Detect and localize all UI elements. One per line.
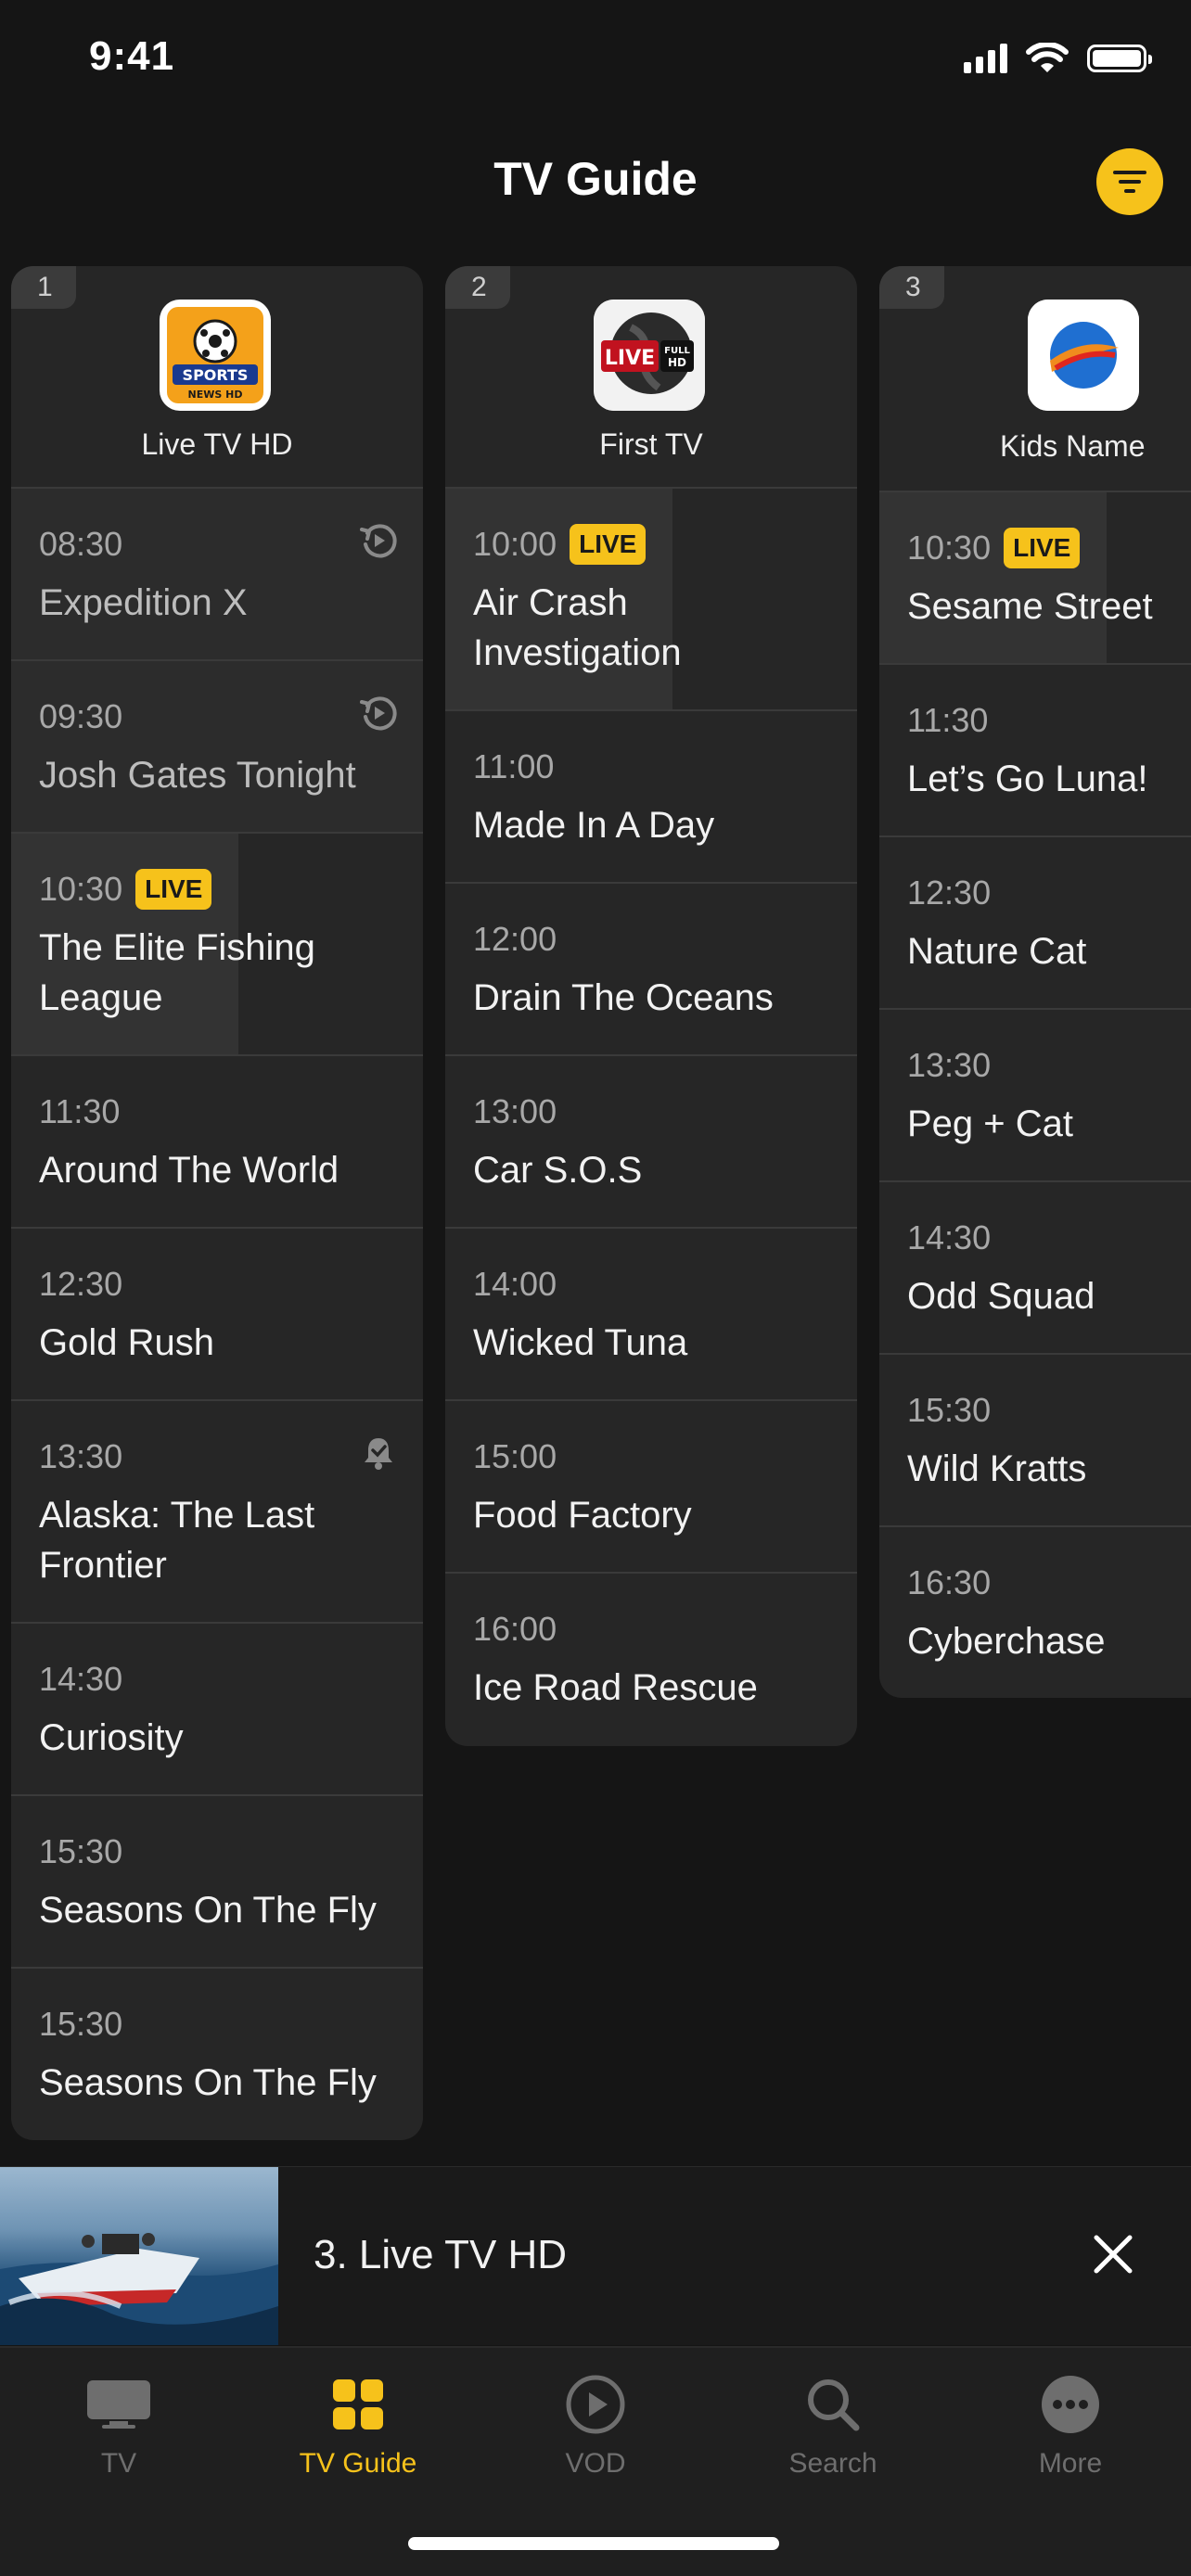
guide-grid[interactable]: 1 SPORTS NEWS HD Live TV HD 08:30 Expedi… — [11, 266, 1191, 2149]
program-item[interactable]: 08:30 Expedition X — [11, 489, 423, 661]
channel-name: First TV — [599, 427, 703, 461]
program-item[interactable]: 11:00 Made In A Day — [445, 711, 857, 884]
status-bar: 9:41 — [0, 0, 1191, 121]
tv-icon — [87, 2380, 150, 2429]
sports-news-logo: SPORTS NEWS HD — [160, 300, 271, 411]
program-item[interactable]: 11:30 Let’s Go Luna! — [879, 665, 1191, 837]
svg-text:HD: HD — [668, 356, 686, 369]
program-item[interactable]: 16:30 Cyberchase — [879, 1527, 1191, 1698]
replay-icon[interactable] — [358, 693, 399, 733]
channel-header[interactable]: 2 LIVE FULL HD First TV — [445, 266, 857, 489]
program-item[interactable]: 15:00 Food Factory — [445, 1401, 857, 1574]
wifi-icon — [1026, 43, 1069, 72]
program-item-live[interactable]: 10:30 LIVE Sesame Street — [879, 492, 1191, 665]
tab-tv-guide[interactable]: TV Guide — [265, 2372, 451, 2480]
filter-icon — [1113, 171, 1146, 193]
status-time: 9:41 — [89, 33, 175, 79]
program-item[interactable]: 09:30 Josh Gates Tonight — [11, 661, 423, 834]
now-playing-title: 3. Live TV HD — [314, 2232, 568, 2277]
program-item[interactable]: 14:30 Odd Squad — [879, 1182, 1191, 1355]
program-item[interactable]: 15:30 Seasons On The Fly — [11, 1796, 423, 1969]
tab-more[interactable]: More — [978, 2372, 1163, 2480]
channel-number: 3 — [879, 266, 944, 309]
more-icon — [1042, 2376, 1099, 2433]
cellular-signal-icon — [964, 44, 1007, 73]
channel-number: 2 — [445, 266, 510, 309]
program-item-live[interactable]: 10:00 LIVE Air Crash Investigation — [445, 489, 857, 711]
live-badge: LIVE — [570, 524, 647, 565]
replay-icon[interactable] — [358, 520, 399, 561]
close-icon[interactable] — [1087, 2228, 1139, 2280]
tab-tv[interactable]: TV — [26, 2372, 211, 2480]
program-item[interactable]: 14:00 Wicked Tuna — [445, 1229, 857, 1401]
program-item[interactable]: 12:00 Drain The Oceans — [445, 884, 857, 1056]
program-item-live[interactable]: 10:30 LIVE The Elite Fishing League — [11, 834, 423, 1056]
program-item[interactable]: 13:30 Peg + Cat — [879, 1010, 1191, 1182]
channel-header[interactable]: 3 Kids Name — [879, 266, 1191, 492]
tab-search[interactable]: Search — [740, 2372, 926, 2480]
program-item[interactable]: 14:30 Curiosity — [11, 1624, 423, 1796]
program-item[interactable]: 12:30 Gold Rush — [11, 1229, 423, 1401]
program-item[interactable]: 13:00 Car S.O.S — [445, 1056, 857, 1229]
program-item[interactable]: 16:00 Ice Road Rescue — [445, 1574, 857, 1746]
channel-header[interactable]: 1 SPORTS NEWS HD Live TV HD — [11, 266, 423, 489]
program-item[interactable]: 13:30 Alaska: The Last Frontier — [11, 1401, 423, 1624]
play-circle-icon — [566, 2375, 625, 2434]
mini-player[interactable]: 3. Live TV HD — [0, 2166, 1191, 2345]
page-title: TV Guide — [493, 153, 698, 205]
channel-column: 2 LIVE FULL HD First TV 10:00 LIVE Air Cr… — [445, 266, 857, 1746]
reminder-bell-icon[interactable] — [358, 1433, 399, 1473]
live-full-hd-logo: LIVE FULL HD — [594, 300, 705, 411]
program-item[interactable]: 12:30 Nature Cat — [879, 837, 1191, 1010]
svg-text:LIVE: LIVE — [605, 347, 655, 370]
program-item[interactable]: 15:30 Seasons On The Fly — [11, 1969, 423, 2140]
channel-column: 1 SPORTS NEWS HD Live TV HD 08:30 Expedi… — [11, 266, 423, 2140]
svg-text:NEWS HD: NEWS HD — [188, 389, 243, 401]
player-thumbnail[interactable] — [0, 2167, 278, 2345]
filter-button[interactable] — [1096, 148, 1163, 215]
search-icon — [808, 2379, 860, 2431]
program-item[interactable]: 11:30 Around The World — [11, 1056, 423, 1229]
svg-text:SPORTS: SPORTS — [183, 366, 249, 384]
battery-icon — [1087, 45, 1152, 72]
channel-name: Kids Name — [1000, 429, 1146, 463]
live-badge: LIVE — [135, 869, 212, 910]
home-indicator — [408, 2537, 779, 2550]
tab-vod[interactable]: VOD — [503, 2372, 688, 2480]
program-item[interactable]: 15:30 Wild Kratts — [879, 1355, 1191, 1527]
live-progress — [879, 492, 1107, 663]
svg-text:FULL: FULL — [664, 346, 690, 356]
channel-name: Live TV HD — [141, 427, 293, 461]
grid-icon — [333, 2379, 383, 2429]
channel-number: 1 — [11, 266, 76, 309]
swoosh-globe-logo — [1028, 300, 1139, 411]
live-badge: LIVE — [1004, 528, 1081, 568]
channel-column: 3 Kids Name 10:30 LIVE Sesame Street 11:3… — [879, 266, 1191, 1698]
